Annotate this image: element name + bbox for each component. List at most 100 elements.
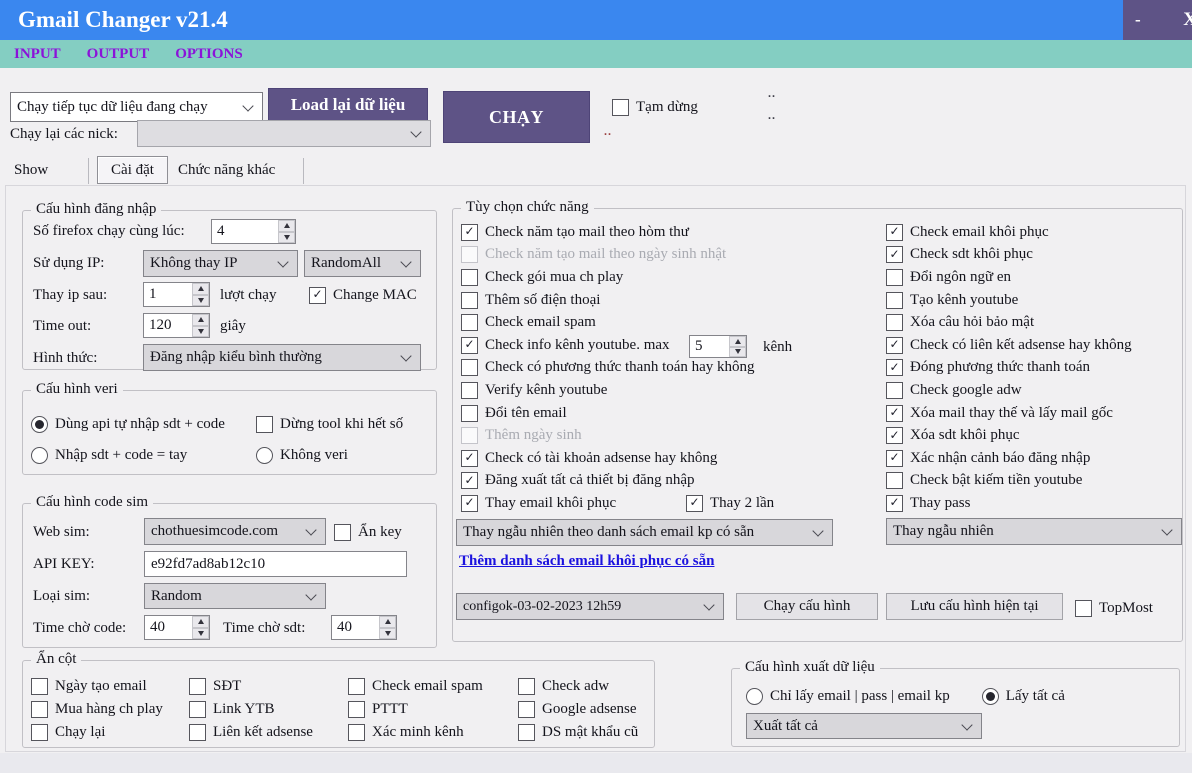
checkbox-item[interactable]: Check email spam (461, 311, 755, 334)
checkbox-icon[interactable] (518, 678, 535, 695)
checkbox-icon[interactable] (31, 678, 48, 695)
checkbox-item[interactable]: Chạy lại (31, 721, 163, 744)
hide-key-checkbox[interactable]: Ẩn key (334, 521, 402, 543)
checkbox-icon[interactable] (1075, 599, 1092, 617)
checkbox-item[interactable]: Google adsense (518, 698, 638, 721)
options-right-list[interactable]: Check email khôi phục Check sdt khôi phục… (886, 221, 1132, 515)
reload-data-button[interactable]: Load lại dữ liệu (268, 88, 428, 121)
pass-mode-dropdown[interactable]: Thay ngẫu nhiên (886, 518, 1182, 545)
export-mode-radios[interactable]: Chỉ lấy email | pass | email kp Lấy tất c… (746, 685, 1065, 707)
radio-icon[interactable] (31, 447, 48, 464)
checkbox-item[interactable]: Check có phương thức thanh toán hay khôn… (461, 357, 755, 380)
checkbox-item[interactable]: Thay 2 lần (686, 492, 774, 515)
change-mac-checkbox[interactable]: Change MAC (309, 284, 417, 306)
checkbox-icon[interactable] (461, 381, 478, 399)
radio-item[interactable]: Chỉ lấy email | pass | email kp (746, 685, 950, 707)
spinner-down-icon[interactable] (379, 627, 396, 639)
checkbox-icon[interactable] (886, 291, 903, 309)
change-ip-stepper[interactable]: 1 (143, 282, 210, 307)
resume-mode-dropdown[interactable]: Chạy tiếp tục dữ liệu đang chạy (10, 92, 263, 122)
api-key-field[interactable]: e92fd7ad8ab12c10 (144, 551, 407, 577)
checkbox-item[interactable]: Đăng xuất tất cả thiết bị đăng nhập (461, 470, 755, 493)
checkbox-icon[interactable] (886, 246, 903, 264)
checkbox-icon[interactable] (886, 381, 903, 399)
checkbox-item[interactable]: Check adw (518, 675, 638, 698)
checkbox-item[interactable]: Ẩn key (334, 521, 402, 543)
checkbox-item[interactable]: Check gói mua ch play (461, 266, 755, 289)
checkbox-item[interactable]: Xác nhận cảnh báo đăng nhập (886, 447, 1132, 470)
checkbox-icon[interactable] (886, 336, 903, 354)
checkbox-item[interactable]: Đóng phương thức thanh toán (886, 357, 1132, 380)
hide-columns-col4[interactable]: Check adw Google adsense DS mật khẩu cũ (518, 675, 638, 744)
hide-columns-col2[interactable]: SĐT Link YTB Liên kết adsense (189, 675, 313, 744)
options-left-list[interactable]: Check năm tạo mail theo hòm thư Check năm… (461, 221, 755, 515)
firefox-count-stepper[interactable]: 4 (211, 219, 296, 244)
checkbox-icon[interactable] (886, 427, 903, 445)
checkbox-item[interactable]: Check bật kiếm tiền youtube (886, 470, 1132, 493)
checkbox-item[interactable]: SĐT (189, 675, 313, 698)
checkbox-icon[interactable] (886, 404, 903, 422)
checkbox-icon[interactable] (461, 291, 478, 309)
radio-icon[interactable] (981, 687, 999, 705)
spinner-up-icon[interactable] (192, 314, 209, 326)
sim-type-dropdown[interactable]: Random (144, 583, 326, 609)
checkbox-item[interactable]: TopMost (1075, 597, 1153, 619)
radio-item[interactable]: Nhập sdt + code = tay (31, 440, 225, 471)
login-method-dropdown[interactable]: Đăng nhập kiểu bình thường (143, 344, 421, 371)
checkbox-icon[interactable] (461, 449, 478, 467)
recovery-mode-dropdown[interactable]: Thay ngẫu nhiên theo danh sách email kp … (456, 519, 833, 546)
checkbox-icon[interactable] (461, 472, 478, 490)
checkbox-icon[interactable] (348, 724, 365, 741)
ip-mode-dropdown[interactable]: Không thay IP (143, 250, 298, 277)
checkbox-icon[interactable] (886, 494, 903, 512)
rerun-nicks-dropdown[interactable] (137, 120, 431, 147)
checkbox-icon[interactable] (461, 223, 478, 241)
checkbox-icon[interactable] (348, 701, 365, 718)
checkbox-item[interactable]: Xóa mail thay thế và lấy mail gốc (886, 402, 1132, 425)
checkbox-icon[interactable] (461, 268, 478, 286)
checkbox-item[interactable]: DS mật khẩu cũ (518, 721, 638, 744)
spinner-down-icon[interactable] (729, 346, 746, 357)
web-sim-dropdown[interactable]: chothuesimcode.com (144, 518, 326, 545)
checkbox-item[interactable]: Verify kênh youtube (461, 379, 755, 402)
timeout-stepper[interactable]: 120 (143, 313, 210, 338)
checkbox-item[interactable]: Liên kết adsense (189, 721, 313, 744)
hide-columns-col3[interactable]: Check email spam PTTT Xác minh kênh (348, 675, 483, 744)
hide-columns-col1[interactable]: Ngày tạo email Mua hàng ch play Chạy lại (31, 675, 163, 744)
radio-item[interactable]: Dùng api tự nhập sdt + code (31, 409, 225, 440)
radio-icon[interactable] (746, 687, 763, 705)
checkbox-icon[interactable] (334, 523, 351, 541)
checkbox-icon[interactable] (886, 268, 903, 286)
checkbox-icon[interactable] (612, 98, 629, 116)
checkbox-icon[interactable] (886, 449, 903, 467)
change-twice-checkbox[interactable]: Thay 2 lần (686, 492, 774, 515)
checkbox-icon[interactable] (31, 724, 48, 741)
topmost-checkbox[interactable]: TopMost (1075, 597, 1153, 619)
checkbox-item[interactable]: Link YTB (189, 698, 313, 721)
checkbox-icon[interactable] (189, 724, 206, 741)
checkbox-icon[interactable] (886, 472, 903, 490)
run-button[interactable]: CHẠY (443, 91, 590, 143)
add-recovery-list-link[interactable]: Thêm danh sách email khôi phục có sẵn (459, 553, 714, 570)
checkbox-icon[interactable] (518, 701, 535, 718)
checkbox-item[interactable]: Dừng tool khi hết số (256, 409, 403, 440)
checkbox-item[interactable]: Tạo kênh youtube (886, 289, 1132, 312)
checkbox-item[interactable]: Đổi tên email (461, 402, 755, 425)
checkbox-item[interactable]: Check google adw (886, 379, 1132, 402)
checkbox-item[interactable]: Check năm tạo mail theo hòm thư (461, 221, 755, 244)
checkbox-icon[interactable] (461, 494, 478, 512)
checkbox-icon[interactable] (461, 336, 478, 354)
checkbox-icon[interactable] (189, 701, 206, 718)
spinner-down-icon[interactable] (278, 231, 295, 243)
menu-item-input[interactable]: INPUT (14, 46, 61, 63)
checkbox-item[interactable]: Xác minh kênh (348, 721, 483, 744)
checkbox-icon[interactable] (309, 286, 326, 304)
spinner-up-icon[interactable] (379, 616, 396, 628)
radio-icon[interactable] (31, 416, 48, 433)
run-config-button[interactable]: Chạy cấu hình (736, 593, 878, 620)
checkbox-item[interactable]: Change MAC (309, 284, 417, 306)
checkbox-item[interactable]: Check có tài khoản adsense hay không (461, 447, 755, 470)
spinner-down-icon[interactable] (192, 627, 209, 639)
checkbox-icon[interactable] (256, 416, 273, 433)
checkbox-icon[interactable] (461, 359, 478, 377)
